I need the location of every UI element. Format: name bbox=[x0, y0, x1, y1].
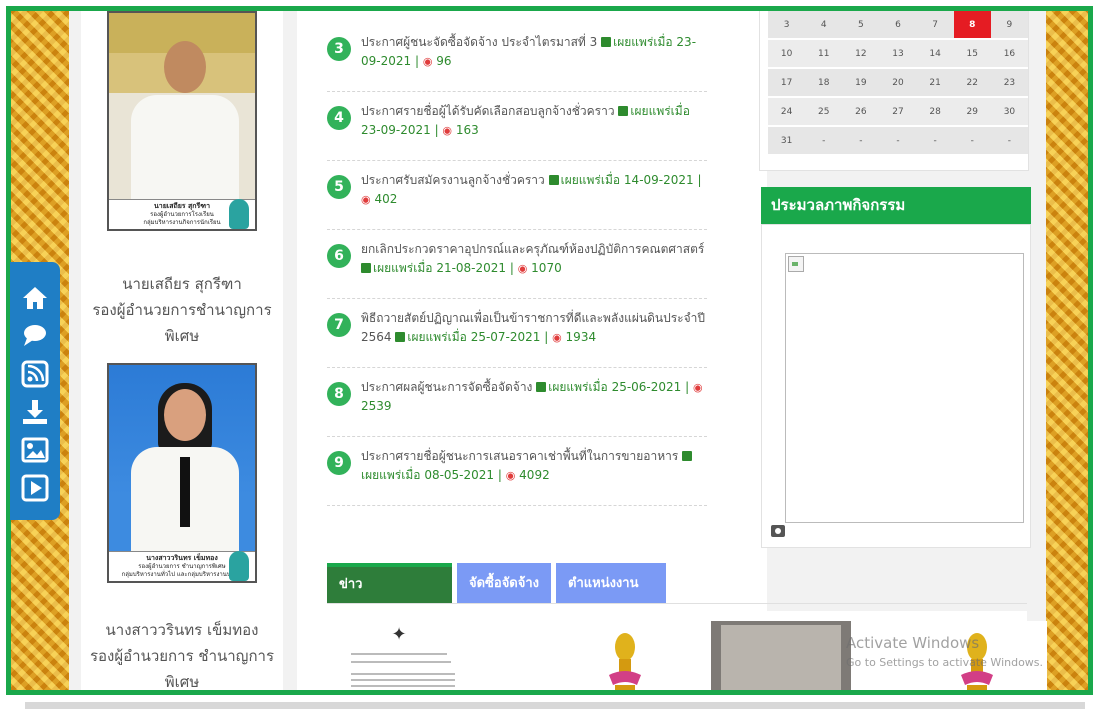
chat-icon[interactable] bbox=[21, 322, 49, 350]
calendar-day[interactable]: 17 bbox=[768, 68, 806, 98]
camera-icon[interactable] bbox=[771, 525, 785, 537]
calendar-day[interactable]: 10 bbox=[768, 39, 806, 69]
calendar-day[interactable]: 9 bbox=[990, 11, 1028, 40]
calendar-day[interactable]: 20 bbox=[879, 68, 917, 98]
image-icon[interactable] bbox=[21, 436, 49, 464]
download-icon[interactable] bbox=[21, 398, 49, 426]
right-sidebar: 3 4 5 6 7 8 9 10 11 12 13 14 15 16 17 18… bbox=[757, 11, 1031, 690]
calendar-day: - bbox=[953, 126, 991, 156]
announcement-item[interactable]: 5 ประกาศรับสมัครงานลูกจ้างชั่วคราว เผยแพ… bbox=[327, 171, 707, 230]
eye-icon: ◉ bbox=[361, 193, 371, 206]
administrator-photo-1[interactable]: นายเสถียร สุกรีฑา รองผู้อำนวยการโรงเรียน… bbox=[107, 11, 257, 231]
calendar-day[interactable]: 3 bbox=[768, 11, 806, 40]
announcement-item[interactable]: 9 ประกาศรายชื่อผู้ชนะการเสนอราคาเช่าพื้น… bbox=[327, 447, 707, 506]
page-frame: นายเสถียร สุกรีฑา รองผู้อำนวยการโรงเรียน… bbox=[6, 6, 1093, 695]
calendar-day[interactable]: 22 bbox=[953, 68, 991, 98]
news-thumbnail[interactable] bbox=[555, 621, 695, 690]
calendar-grid: 3 4 5 6 7 8 9 10 11 12 13 14 15 16 17 18… bbox=[768, 11, 1028, 156]
announcement-title[interactable]: ประกาศรายชื่อผู้ได้รับคัดเลือกสอบลูกจ้าง… bbox=[361, 104, 615, 118]
calendar-day[interactable]: 14 bbox=[916, 39, 954, 69]
windows-activation-watermark: Activate Windows Go to Settings to activ… bbox=[846, 634, 1044, 669]
scroll-shadow bbox=[25, 702, 1085, 709]
eye-icon: ◉ bbox=[505, 469, 516, 482]
calendar-day[interactable]: 18 bbox=[805, 68, 843, 98]
calendar-day: - bbox=[879, 126, 917, 156]
announcement-title[interactable]: ประกาศผู้ชนะจัดซื้อจัดจ้าง ประจำไตรมาสที… bbox=[361, 35, 597, 49]
tab-job-vacancies[interactable]: ตำแหน่งงานว่าง bbox=[556, 563, 666, 633]
administrator-name-1: นายเสถียร สุกรีฑา รองผู้อำนวยการชำนาญการ… bbox=[92, 275, 272, 345]
school-emblem-icon bbox=[229, 199, 249, 229]
content-area: นายเสถียร สุกรีฑา รองผู้อำนวยการโรงเรียน… bbox=[69, 11, 1047, 691]
calendar-day[interactable]: 7 bbox=[916, 11, 954, 40]
calendar-day[interactable]: 26 bbox=[842, 97, 880, 127]
announcement-title[interactable]: ประกาศรายชื่อผู้ชนะการเสนอราคาเช่าพื้นที… bbox=[361, 449, 678, 463]
calendar-day[interactable]: 4 bbox=[805, 11, 843, 40]
announcement-item[interactable]: 8 ประกาศผลผู้ชนะการจัดซื้อจัดจ้าง เผยแพร… bbox=[327, 378, 707, 437]
announcement-title[interactable]: ยกเลิกประกวดราคาอุปกรณ์และครุภัณฑ์ห้องปฏ… bbox=[361, 242, 704, 256]
administrator-column: นายเสถียร สุกรีฑา รองผู้อำนวยการโรงเรียน… bbox=[81, 11, 283, 691]
calendar-day[interactable]: 15 bbox=[953, 39, 991, 69]
tab-procurement[interactable]: จัดซื้อจัดจ้าง bbox=[457, 563, 551, 603]
calendar-day[interactable]: 23 bbox=[990, 68, 1028, 98]
calendar-day[interactable]: 16 bbox=[990, 39, 1028, 69]
school-emblem-icon bbox=[229, 551, 249, 581]
eye-icon: ◉ bbox=[442, 124, 453, 137]
calendar-day: - bbox=[990, 126, 1028, 156]
announcement-title[interactable]: ประกาศผลผู้ชนะการจัดซื้อจัดจ้าง bbox=[361, 380, 532, 394]
gallery-heading: ประมวลภาพกิจกรรม bbox=[761, 187, 1031, 224]
calendar-icon bbox=[536, 382, 547, 392]
calendar-day[interactable]: 21 bbox=[916, 68, 954, 98]
garuda-emblem-icon: ✦ bbox=[391, 624, 407, 645]
calendar-day[interactable]: 27 bbox=[879, 97, 917, 127]
calendar-icon bbox=[395, 332, 406, 342]
calendar-day[interactable]: 5 bbox=[842, 11, 880, 40]
announcement-title[interactable]: ประกาศรับสมัครงานลูกจ้างชั่วคราว bbox=[361, 173, 545, 187]
calendar-day[interactable]: 28 bbox=[916, 97, 954, 127]
calendar-day[interactable]: 12 bbox=[842, 39, 880, 69]
tab-divider bbox=[327, 603, 1027, 604]
broken-image-icon bbox=[788, 256, 804, 272]
calendar-widget: 3 4 5 6 7 8 9 10 11 12 13 14 15 16 17 18… bbox=[759, 11, 1029, 171]
social-icon-bar bbox=[10, 262, 60, 520]
eye-icon: ◉ bbox=[422, 55, 433, 68]
eye-icon: ◉ bbox=[692, 381, 703, 394]
play-icon[interactable] bbox=[21, 474, 49, 502]
calendar-day: - bbox=[916, 126, 954, 156]
tab-public-relations[interactable]: ข่าวประชาสัมพันธ์ bbox=[327, 563, 452, 628]
administrator-photo-2[interactable]: นางสาววรินทร เข็มทอง รองผู้อำนวยการ ชำนา… bbox=[107, 363, 257, 583]
calendar-day-today[interactable]: 8 bbox=[953, 11, 991, 40]
news-thumbnail[interactable]: ✦ bbox=[331, 621, 471, 690]
administrator-name-2: นางสาววรินทร เข็มทอง รองผู้อำนวยการ ชำนา… bbox=[89, 621, 275, 691]
calendar-icon bbox=[361, 263, 371, 273]
eye-icon: ◉ bbox=[552, 331, 562, 344]
calendar-day[interactable]: 13 bbox=[879, 39, 917, 69]
announcement-item[interactable]: 4 ประกาศรายชื่อผู้ได้รับคัดเลือกสอบลูกจ้… bbox=[327, 102, 707, 161]
calendar-icon bbox=[548, 175, 559, 185]
news-thumbnail[interactable] bbox=[711, 621, 851, 690]
home-icon[interactable] bbox=[21, 284, 49, 312]
calendar-day[interactable]: 19 bbox=[842, 68, 880, 98]
calendar-day[interactable]: 25 bbox=[805, 97, 843, 127]
calendar-day[interactable]: 30 bbox=[990, 97, 1028, 127]
calendar-day[interactable]: 24 bbox=[768, 97, 806, 127]
eye-icon: ◉ bbox=[517, 262, 528, 275]
calendar-icon bbox=[601, 37, 612, 47]
calendar-day[interactable]: 29 bbox=[953, 97, 991, 127]
calendar-icon bbox=[618, 106, 629, 116]
announcement-item[interactable]: 6 ยกเลิกประกวดราคาอุปกรณ์และครุภัณฑ์ห้อง… bbox=[327, 240, 707, 299]
gallery-widget bbox=[761, 224, 1031, 548]
rss-icon[interactable] bbox=[21, 360, 49, 388]
calendar-day: - bbox=[842, 126, 880, 156]
announcement-item[interactable]: 3 ประกาศผู้ชนะจัดซื้อจัดจ้าง ประจำไตรมาส… bbox=[327, 33, 707, 92]
phra-kiao-emblem-icon bbox=[609, 633, 641, 690]
calendar-day[interactable]: 31 bbox=[768, 126, 806, 156]
calendar-icon bbox=[682, 451, 693, 461]
calendar-day: - bbox=[805, 126, 843, 156]
calendar-day[interactable]: 6 bbox=[879, 11, 917, 40]
calendar-day[interactable]: 11 bbox=[805, 39, 843, 69]
announcement-item[interactable]: 7 พิธีถวายสัตย์ปฏิญาณเพื่อเป็นข้าราชการท… bbox=[327, 309, 707, 368]
gallery-image[interactable] bbox=[785, 253, 1024, 523]
